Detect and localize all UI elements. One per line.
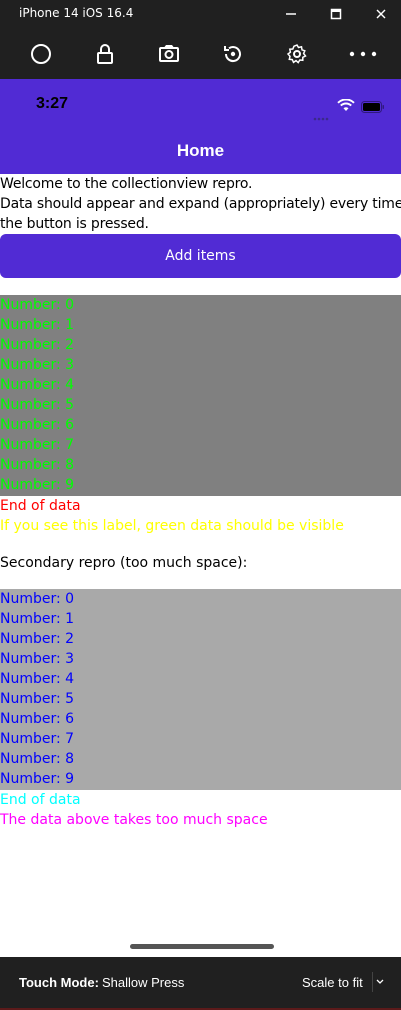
chevron-down-icon[interactable] — [372, 972, 387, 992]
collection-view-secondary[interactable]: Number: 0 Number: 1 Number: 2 Number: 3 Numb… — [0, 589, 401, 790]
list-item: Number: 4 — [0, 671, 75, 687]
list-item: Number: 7 — [0, 731, 75, 747]
home-icon[interactable] — [27, 40, 55, 68]
secondary-repro-label: Secondary repro (too much space): — [0, 555, 248, 571]
list-item: Number: 2 — [0, 631, 75, 647]
list-item: Number: 0 — [0, 591, 75, 607]
list-item: Number: 1 — [0, 317, 75, 333]
cellular-icon — [313, 106, 331, 125]
list-item: Number: 8 — [0, 457, 75, 473]
wifi-icon — [337, 97, 355, 116]
list-item: Number: 3 — [0, 357, 75, 373]
lock-icon[interactable] — [91, 40, 119, 68]
list-item: Number: 4 — [0, 377, 75, 393]
touch-mode-value[interactable]: Shallow Press — [102, 975, 184, 990]
visibility-note-label: If you see this label, green data should… — [0, 518, 344, 534]
add-items-button[interactable]: Add items — [0, 234, 401, 278]
list-item: Number: 9 — [0, 771, 75, 787]
list-item: Number: 5 — [0, 691, 75, 707]
instructions-line-1: Data should appear and expand (appropria… — [0, 196, 401, 212]
window-title-bar: iPhone 14 iOS 16.4 — [0, 0, 401, 28]
more-icon[interactable] — [348, 40, 378, 68]
battery-icon — [361, 98, 385, 117]
list-item: Number: 9 — [0, 477, 75, 493]
home-indicator[interactable] — [130, 944, 274, 949]
status-time: 3:27 — [36, 95, 69, 112]
page-title: Home — [176, 141, 225, 160]
status-bar: 3:27 — [0, 79, 401, 127]
welcome-text: Welcome to the collectionview repro. — [0, 176, 253, 192]
secondary-end-of-data-label: End of data — [0, 792, 81, 808]
list-item: Number: 3 — [0, 651, 75, 667]
close-icon[interactable] — [366, 4, 396, 24]
settings-icon[interactable] — [283, 40, 311, 68]
scale-to-fit-button[interactable]: Scale to fit — [302, 975, 363, 990]
list-item: Number: 6 — [0, 711, 75, 727]
list-item: Number: 5 — [0, 397, 75, 413]
touch-mode-label: Touch Mode: — [19, 975, 99, 990]
simulator-bottom-bar: Touch Mode: Shallow Press Scale to fit — [0, 957, 401, 1010]
list-item: Number: 8 — [0, 751, 75, 767]
simulator-toolbar — [0, 28, 401, 79]
navigation-bar: Home — [0, 127, 401, 174]
list-item: Number: 2 — [0, 337, 75, 353]
list-item: Number: 0 — [0, 297, 75, 313]
minimize-icon[interactable] — [276, 4, 306, 24]
window-title: iPhone 14 iOS 16.4 — [19, 6, 134, 20]
maximize-icon[interactable] — [321, 4, 351, 24]
too-much-space-label: The data above takes too much space — [0, 812, 268, 828]
list-item: Number: 1 — [0, 611, 75, 627]
instructions-line-2: the button is pressed. — [0, 216, 149, 232]
list-item: Number: 7 — [0, 437, 75, 453]
phone-screen: 3:27 Home Welcome to the collectionview … — [0, 79, 401, 957]
collection-view-primary[interactable]: Number: 0 Number: 1 Number: 2 Number: 3 Numb… — [0, 295, 401, 496]
rotate-icon[interactable] — [219, 40, 247, 68]
screenshot-icon[interactable] — [155, 40, 183, 68]
end-of-data-label: End of data — [0, 498, 81, 514]
list-item: Number: 6 — [0, 417, 75, 433]
